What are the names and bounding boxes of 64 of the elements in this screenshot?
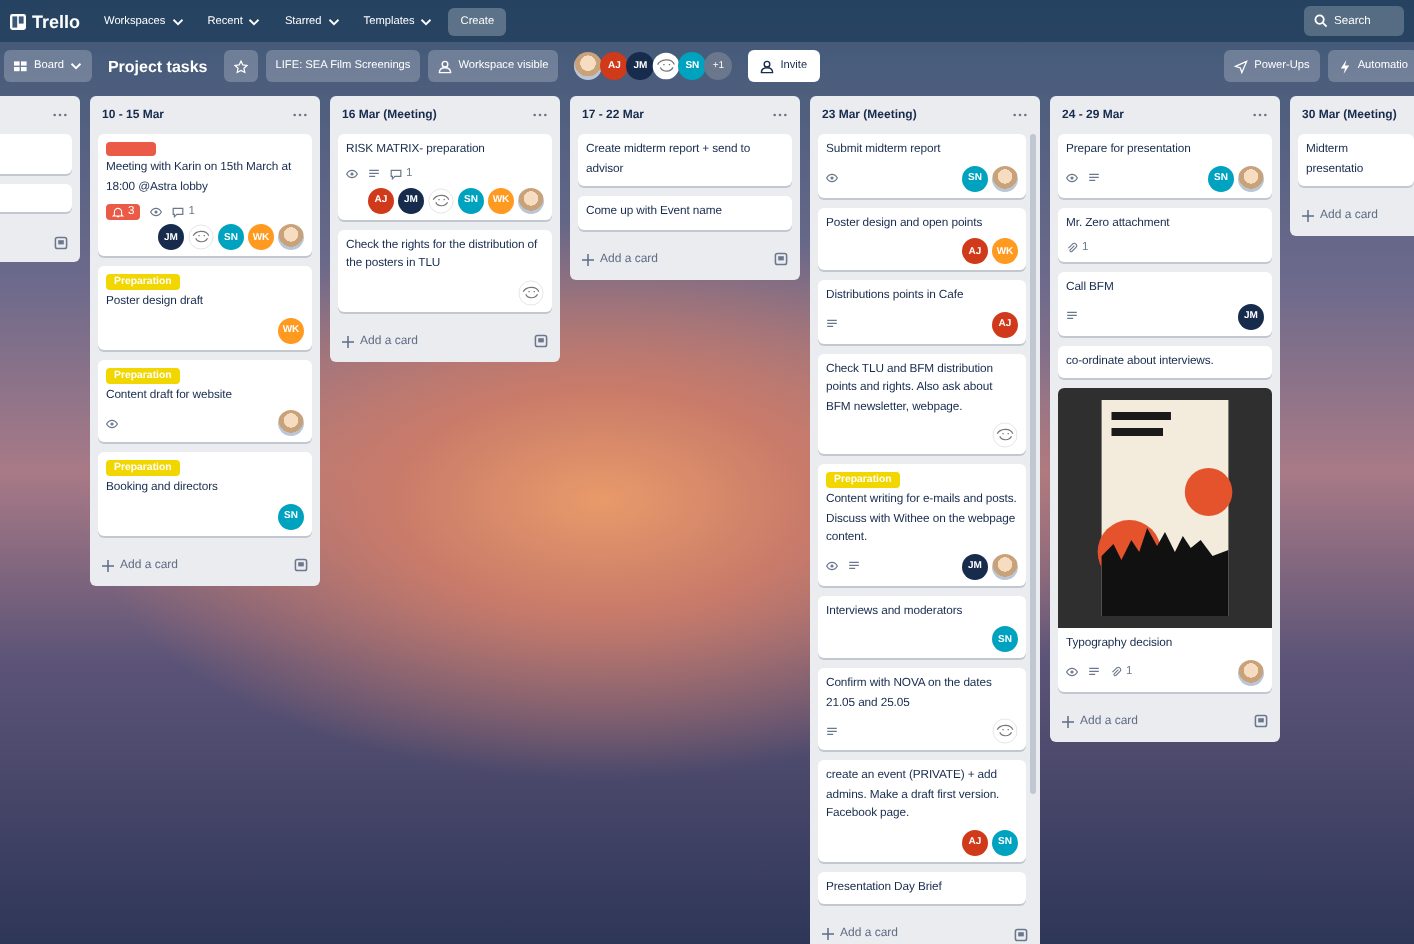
sketch-avatar-icon[interactable] [188, 224, 214, 250]
send-icon [1234, 59, 1249, 73]
star-button[interactable] [223, 50, 258, 82]
watch-icon [106, 417, 118, 429]
card-template-icon[interactable] [774, 252, 788, 266]
watch-icon [826, 172, 838, 184]
people-icon [438, 59, 453, 73]
avatar-placeholder[interactable] [1238, 165, 1264, 191]
plus-icon [1302, 210, 1314, 222]
logo-text: Trello [32, 11, 81, 31]
more-icon[interactable] [772, 112, 788, 118]
more-icon[interactable] [292, 112, 308, 118]
sketch-avatar-icon[interactable] [652, 52, 681, 80]
chevron-down-icon [248, 17, 261, 25]
watch-icon [150, 205, 163, 217]
card-template-icon[interactable] [54, 235, 68, 249]
more-icon[interactable] [1252, 112, 1268, 118]
description-icon [368, 168, 380, 180]
chevron-down-icon [171, 17, 184, 25]
card-template-icon[interactable] [534, 334, 548, 348]
board-icon [14, 59, 28, 73]
description-icon [848, 560, 860, 572]
chevron-down-icon [420, 17, 433, 25]
sketch-avatar-icon[interactable] [518, 279, 544, 305]
description-icon [1088, 172, 1100, 184]
search-icon [1314, 14, 1328, 28]
chevron-down-icon [69, 62, 82, 70]
board-title[interactable]: Project tasks [99, 57, 216, 75]
watch-icon [1066, 666, 1078, 678]
more-icon[interactable] [52, 112, 68, 118]
description-icon [826, 318, 838, 330]
board-logo-icon [10, 13, 26, 29]
plus-icon [342, 335, 354, 347]
plus-icon [582, 253, 594, 265]
sketch-avatar-icon[interactable] [428, 187, 454, 213]
avatar-placeholder[interactable] [278, 410, 304, 436]
scrollbar[interactable] [1030, 134, 1036, 794]
card-template-icon[interactable] [1254, 714, 1268, 728]
description-icon [1066, 310, 1078, 322]
sketch-avatar-icon[interactable] [992, 422, 1018, 448]
plus-icon [822, 928, 834, 940]
app-logo[interactable]: Trello [10, 11, 81, 31]
chevron-down-icon [327, 17, 340, 25]
description-icon [826, 725, 838, 737]
avatar-placeholder[interactable] [574, 52, 603, 80]
avatar-placeholder[interactable] [518, 187, 544, 213]
card-template-icon[interactable] [294, 558, 308, 572]
lightning-icon [1337, 59, 1352, 73]
plus-icon [102, 559, 114, 571]
watch-icon [826, 560, 838, 572]
sketch-avatar-icon[interactable] [992, 718, 1018, 744]
watch-icon [346, 168, 358, 180]
avatar-placeholder[interactable] [992, 165, 1018, 191]
card-template-icon[interactable] [1014, 927, 1028, 941]
star-icon [233, 59, 248, 73]
description-icon [1088, 666, 1100, 678]
person-icon [760, 59, 775, 73]
avatar-placeholder[interactable] [278, 224, 304, 250]
more-icon[interactable] [1012, 112, 1028, 118]
avatar-placeholder[interactable] [992, 553, 1018, 579]
watch-icon [1066, 172, 1078, 184]
avatar-placeholder[interactable] [1238, 659, 1264, 685]
more-icon[interactable] [532, 112, 548, 118]
plus-icon [1062, 715, 1074, 727]
